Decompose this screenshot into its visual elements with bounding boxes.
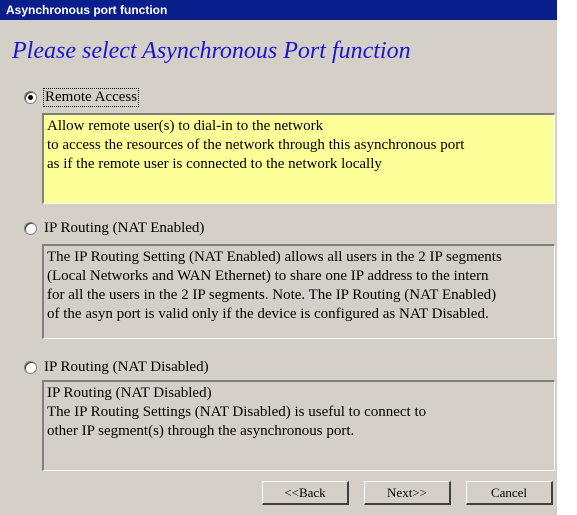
page-heading: Please select Asynchronous Port function	[12, 38, 411, 64]
description-nat-disabled: IP Routing (NAT Disabled) The IP Routing…	[42, 380, 555, 471]
window-edge	[557, 0, 577, 515]
description-line: The IP Routing Settings (NAT Disabled) i…	[47, 404, 427, 420]
description-line: for all the users in the 2 IP segments. …	[47, 287, 497, 303]
description-line: (Local Networks and WAN Ethernet) to sha…	[47, 268, 489, 284]
description-line: IP Routing (NAT Disabled)	[47, 385, 212, 401]
radio-button-unchecked-icon[interactable]	[24, 221, 37, 235]
description-line: Allow remote user(s) to dial-in to the n…	[47, 118, 324, 134]
window-title: Asynchronous port function	[0, 0, 557, 20]
radio-button-checked-icon[interactable]	[24, 90, 37, 104]
radio-ip-routing-nat-disabled[interactable]: IP Routing (NAT Disabled)	[24, 357, 209, 377]
radio-label-nat-enabled[interactable]: IP Routing (NAT Enabled)	[44, 220, 204, 237]
description-nat-enabled: The IP Routing Setting (NAT Enabled) all…	[42, 244, 555, 339]
back-button[interactable]: <<Back	[262, 481, 349, 505]
next-button[interactable]: Next>>	[364, 481, 451, 505]
description-line: of the asyn port is valid only if the de…	[47, 306, 489, 322]
radio-label-nat-disabled[interactable]: IP Routing (NAT Disabled)	[44, 359, 209, 376]
radio-ip-routing-nat-enabled[interactable]: IP Routing (NAT Enabled)	[24, 218, 204, 238]
description-line: The IP Routing Setting (NAT Enabled) all…	[47, 249, 502, 265]
radio-button-unchecked-icon[interactable]	[24, 360, 37, 374]
description-line: as if the remote user is connected to th…	[47, 156, 382, 172]
description-line: to access the resources of the network t…	[47, 137, 465, 153]
radio-label-remote-access[interactable]: Remote Access	[42, 87, 140, 107]
description-remote-access: Allow remote user(s) to dial-in to the n…	[42, 113, 555, 204]
description-line: other IP segment(s) through the asynchro…	[47, 423, 355, 439]
async-port-dialog: Asynchronous port function Please select…	[0, 0, 577, 515]
cancel-button[interactable]: Cancel	[466, 481, 553, 505]
radio-remote-access[interactable]: Remote Access	[24, 87, 140, 107]
